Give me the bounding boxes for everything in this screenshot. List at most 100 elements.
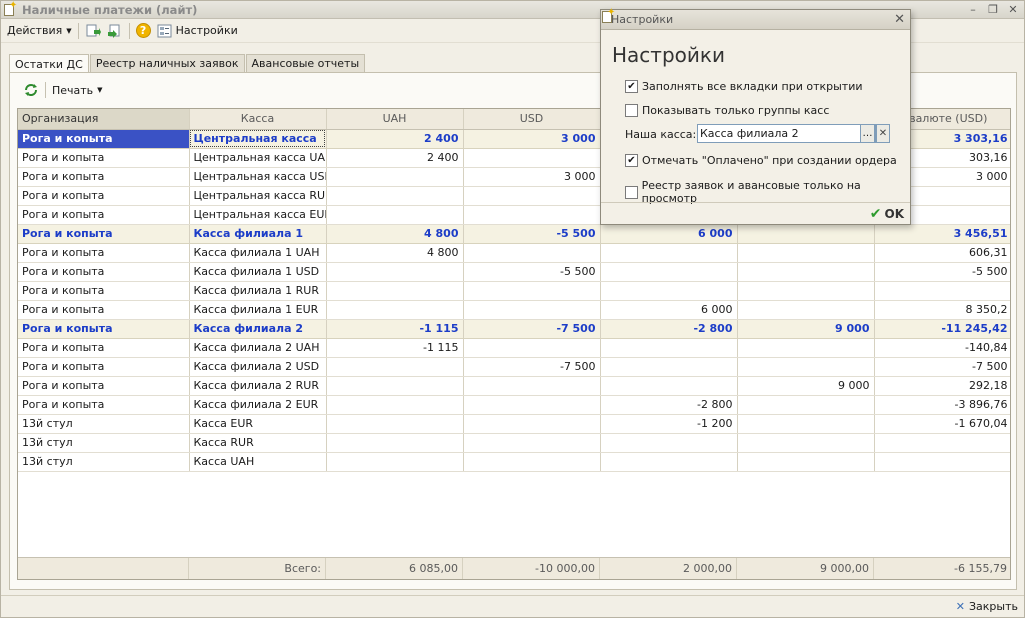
cell-amount [600, 452, 738, 472]
actions-label: Действия [7, 24, 63, 37]
cell-amount: 606,31 [874, 243, 1010, 263]
cell-amount [326, 186, 464, 206]
cell-organization: Рога и копыта [18, 205, 190, 225]
column-header[interactable]: Организация [18, 109, 190, 130]
cell-amount [600, 357, 738, 377]
cell-cashbox: Касса RUR [189, 433, 327, 453]
cell-amount [463, 338, 601, 358]
cell-organization: Рога и копыта [18, 129, 190, 149]
cell-amount: -7 500 [463, 319, 601, 339]
group-row[interactable]: Рога и копыта Касса филиала 2 -1 115 -7 500… [18, 319, 1010, 339]
cell-amount [326, 281, 464, 301]
column-header[interactable]: USD [463, 109, 601, 130]
ok-button[interactable]: ✔ OK [870, 206, 904, 222]
option-fill-all-tabs[interactable]: ✔ Заполнять все вкладки при открытии [625, 80, 863, 93]
cell-organization: Рога и копыта [18, 281, 190, 301]
restore-icon[interactable]: ❐ [986, 2, 1000, 16]
cell-amount: -1 670,04 [874, 414, 1010, 434]
tab-advance-reports[interactable]: Авансовые отчеты [245, 54, 366, 72]
minimize-icon[interactable]: – [966, 2, 980, 16]
table-row[interactable]: Рога и копыта Касса филиала 1 EUR 6 000 8 3… [18, 300, 1010, 320]
cell-amount [463, 433, 601, 453]
cell-amount [600, 376, 738, 396]
table-row[interactable]: Рога и копыта Касса филиала 2 EUR -2 800 -3… [18, 395, 1010, 415]
column-header[interactable]: Касса [189, 109, 327, 130]
close-button[interactable]: ✕ Закрыть [956, 600, 1018, 613]
column-header[interactable]: UAH [326, 109, 464, 130]
select-button[interactable]: … [860, 124, 875, 143]
cell-amount: -140,84 [874, 338, 1010, 358]
cell-amount [737, 281, 875, 301]
cell-cashbox: Центральная касса EUR [189, 205, 327, 225]
table-row[interactable]: Рога и копыта Касса филиала 1 RUR [18, 281, 1010, 301]
help-button[interactable]: ? [133, 21, 154, 41]
clear-icon[interactable]: ✕ [876, 124, 890, 143]
total-rur: 9 000,00 [737, 558, 874, 579]
checkbox-mark-paid[interactable]: ✔ [625, 154, 638, 167]
cell-amount [600, 262, 738, 282]
cell-amount [874, 281, 1010, 301]
cell-amount: 4 800 [326, 224, 464, 244]
settings-button[interactable]: Настройки [154, 21, 241, 41]
cell-cashbox: Касса EUR [189, 414, 327, 434]
checkbox-fill-all-tabs[interactable]: ✔ [625, 80, 638, 93]
refresh-button[interactable] [20, 82, 42, 98]
table-row[interactable]: 13й стул Касса RUR [18, 433, 1010, 453]
dialog-window-title: Настройки [611, 13, 674, 26]
close-window-icon[interactable]: ✕ [1006, 2, 1020, 16]
total-eur: 2 000,00 [600, 558, 737, 579]
cell-organization: 13й стул [18, 452, 190, 472]
cell-amount [737, 433, 875, 453]
chevron-down-icon: ▼ [66, 26, 72, 35]
print-menu-button[interactable]: Печать ▼ [49, 84, 106, 97]
cell-amount: -7 500 [463, 357, 601, 377]
print-label: Печать [52, 83, 94, 97]
cash-input[interactable]: Касса филиала 2 [697, 124, 876, 143]
refresh-icon [23, 82, 39, 98]
cell-amount [326, 357, 464, 377]
cell-amount [874, 433, 1010, 453]
table-row[interactable]: Рога и копыта Касса филиала 1 USD -5 500 -5… [18, 262, 1010, 282]
cell-cashbox: Касса филиала 1 UAH [189, 243, 327, 263]
option-label: Отмечать "Оплачено" при создании ордера [642, 154, 897, 167]
table-row[interactable]: 13й стул Касса UAH [18, 452, 1010, 472]
cell-organization: Рога и копыта [18, 186, 190, 206]
tab-balances[interactable]: Остатки ДС [9, 54, 89, 73]
cell-amount: -2 800 [600, 395, 738, 415]
cell-amount [326, 433, 464, 453]
cell-organization: Рога и копыта [18, 224, 190, 244]
chevron-down-icon: ▼ [97, 86, 103, 94]
tab-cash-requests[interactable]: Реестр наличных заявок [89, 54, 245, 72]
checkbox-show-groups-only[interactable] [625, 104, 638, 117]
export-button[interactable] [104, 21, 126, 41]
cell-amount [463, 205, 601, 225]
checkmark-icon: ✔ [869, 206, 882, 222]
cell-organization: Рога и копыта [18, 338, 190, 358]
cell-amount [463, 186, 601, 206]
option-show-groups-only[interactable]: Показывать только группы касс [625, 104, 829, 117]
table-row[interactable]: 13й стул Касса EUR -1 200 -1 670,04 [18, 414, 1010, 434]
cell-cashbox: Касса филиала 2 UAH [189, 338, 327, 358]
cell-organization: Рога и копыта [18, 319, 190, 339]
cell-cashbox: Касса UAH [189, 452, 327, 472]
option-mark-paid[interactable]: ✔ Отмечать "Оплачено" при создании ордер… [625, 154, 897, 167]
table-row[interactable]: Рога и копыта Касса филиала 1 UAH 4 800 606… [18, 243, 1010, 263]
checkbox-readonly-registry[interactable] [625, 185, 638, 199]
table-row[interactable]: Рога и копыта Касса филиала 2 RUR 9 000 292… [18, 376, 1010, 396]
table-row[interactable]: Рога и копыта Касса филиала 2 USD -7 500 -7… [18, 357, 1010, 377]
cell-amount: -1 115 [326, 338, 464, 358]
cell-cashbox: Касса филиала 2 EUR [189, 395, 327, 415]
cell-amount: -1 115 [326, 319, 464, 339]
totals-spacer [18, 558, 189, 579]
cell-amount [737, 224, 875, 244]
toolbar-divider [77, 22, 79, 39]
close-icon[interactable]: ✕ [894, 12, 905, 27]
toolbar-divider [45, 82, 46, 98]
cell-amount [463, 452, 601, 472]
import-button[interactable] [82, 21, 104, 41]
cell-amount [326, 167, 464, 187]
cell-amount [600, 281, 738, 301]
group-row[interactable]: Рога и копыта Касса филиала 14 800 -5 500 6… [18, 224, 1010, 244]
actions-menu-button[interactable]: Действия ▼ [4, 21, 75, 41]
table-row[interactable]: Рога и копыта Касса филиала 2 UAH -1 115 -1… [18, 338, 1010, 358]
